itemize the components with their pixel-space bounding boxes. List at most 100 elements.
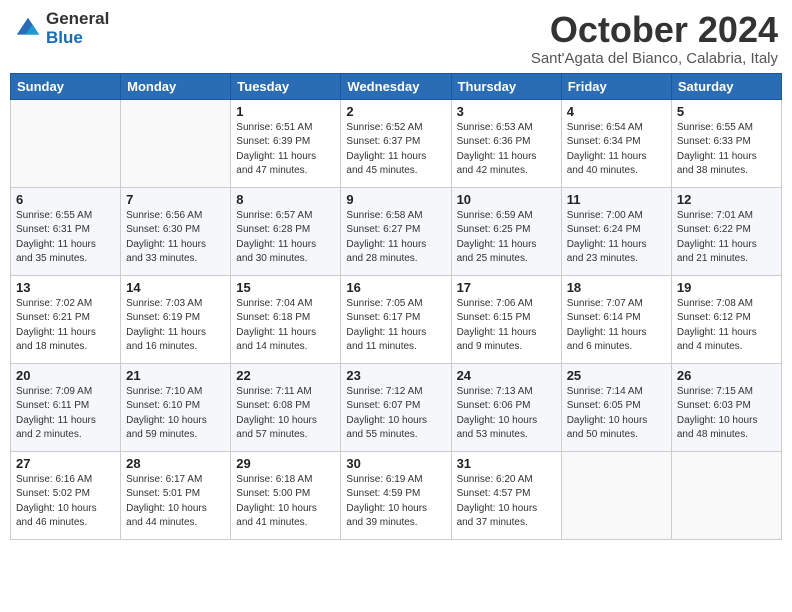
day-number: 1 [236, 104, 335, 119]
day-cell: 19Sunrise: 7:08 AM Sunset: 6:12 PM Dayli… [671, 275, 781, 363]
day-info: Sunrise: 7:15 AM Sunset: 6:03 PM Dayligh… [677, 385, 776, 443]
day-cell: 4 Sunrise: 6:54 AM Sunset: 6:34 PM Daylig… [561, 99, 671, 187]
header-row: SundayMondayTuesdayWednesdayThursdayFrid… [11, 73, 782, 99]
logo-general: General [46, 10, 109, 29]
day-number: 12 [677, 192, 776, 207]
day-info: Sunrise: 6:16 AM Sunset: 5:02 PM Dayligh… [16, 473, 115, 531]
day-info: Sunrise: 6:55 AM Sunset: 6:31 PM Dayligh… [16, 209, 115, 267]
day-cell: 20 Sunrise: 7:09 AM Sunset: 6:11 PM Dayli… [11, 363, 121, 451]
month-title: October 2024 [531, 10, 778, 50]
day-number: 30 [346, 456, 445, 471]
day-info: Sunrise: 6:18 AM Sunset: 5:00 PM Dayligh… [236, 473, 335, 531]
day-info: Sunrise: 6:55 AM Sunset: 6:33 PM Dayligh… [677, 121, 776, 179]
day-info: Sunrise: 6:54 AM Sunset: 6:34 PM Dayligh… [567, 121, 666, 179]
header-cell-wednesday: Wednesday [341, 73, 451, 99]
week-row-1: 1 Sunrise: 6:51 AM Sunset: 6:39 PM Daylig… [11, 99, 782, 187]
week-row-2: 6Sunrise: 6:55 AM Sunset: 6:31 PM Daylig… [11, 187, 782, 275]
day-info: Sunrise: 7:01 AM Sunset: 6:22 PM Dayligh… [677, 209, 776, 267]
day-cell: 11 Sunrise: 7:00 AM Sunset: 6:24 PM Dayli… [561, 187, 671, 275]
day-cell: 7 Sunrise: 6:56 AM Sunset: 6:30 PM Daylig… [121, 187, 231, 275]
header-cell-thursday: Thursday [451, 73, 561, 99]
header-cell-saturday: Saturday [671, 73, 781, 99]
day-number: 13 [16, 280, 115, 295]
day-cell: 5 Sunrise: 6:55 AM Sunset: 6:33 PM Daylig… [671, 99, 781, 187]
day-number: 19 [677, 280, 776, 295]
day-cell: 26 Sunrise: 7:15 AM Sunset: 6:03 PM Dayli… [671, 363, 781, 451]
day-info: Sunrise: 7:02 AM Sunset: 6:21 PM Dayligh… [16, 297, 115, 355]
day-info: Sunrise: 6:51 AM Sunset: 6:39 PM Dayligh… [236, 121, 335, 179]
day-cell: 8Sunrise: 6:57 AM Sunset: 6:28 PM Daylig… [231, 187, 341, 275]
day-info: Sunrise: 7:09 AM Sunset: 6:11 PM Dayligh… [16, 385, 115, 443]
logo-icon [14, 15, 42, 43]
day-number: 28 [126, 456, 225, 471]
calendar-header: SundayMondayTuesdayWednesdayThursdayFrid… [11, 73, 782, 99]
logo-text: General Blue [46, 10, 109, 47]
day-info: Sunrise: 6:17 AM Sunset: 5:01 PM Dayligh… [126, 473, 225, 531]
calendar-body: 1 Sunrise: 6:51 AM Sunset: 6:39 PM Daylig… [11, 99, 782, 539]
day-cell: 23 Sunrise: 7:12 AM Sunset: 6:07 PM Dayli… [341, 363, 451, 451]
day-info: Sunrise: 7:05 AM Sunset: 6:17 PM Dayligh… [346, 297, 445, 355]
day-number: 22 [236, 368, 335, 383]
day-number: 23 [346, 368, 445, 383]
day-info: Sunrise: 6:56 AM Sunset: 6:30 PM Dayligh… [126, 209, 225, 267]
day-info: Sunrise: 6:59 AM Sunset: 6:25 PM Dayligh… [457, 209, 556, 267]
day-cell: 9Sunrise: 6:58 AM Sunset: 6:27 PM Daylig… [341, 187, 451, 275]
day-cell: 25 Sunrise: 7:14 AM Sunset: 6:05 PM Dayli… [561, 363, 671, 451]
day-info: Sunrise: 7:04 AM Sunset: 6:18 PM Dayligh… [236, 297, 335, 355]
day-number: 24 [457, 368, 556, 383]
day-number: 20 [16, 368, 115, 383]
day-info: Sunrise: 7:11 AM Sunset: 6:08 PM Dayligh… [236, 385, 335, 443]
day-cell: 1 Sunrise: 6:51 AM Sunset: 6:39 PM Daylig… [231, 99, 341, 187]
day-info: Sunrise: 7:10 AM Sunset: 6:10 PM Dayligh… [126, 385, 225, 443]
day-number: 9 [346, 192, 445, 207]
header-cell-friday: Friday [561, 73, 671, 99]
day-number: 25 [567, 368, 666, 383]
day-info: Sunrise: 7:00 AM Sunset: 6:24 PM Dayligh… [567, 209, 666, 267]
day-cell: 2 Sunrise: 6:52 AM Sunset: 6:37 PM Daylig… [341, 99, 451, 187]
day-number: 14 [126, 280, 225, 295]
day-cell [561, 451, 671, 539]
day-info: Sunrise: 7:03 AM Sunset: 6:19 PM Dayligh… [126, 297, 225, 355]
calendar-table: SundayMondayTuesdayWednesdayThursdayFrid… [10, 73, 782, 540]
day-number: 4 [567, 104, 666, 119]
week-row-4: 20 Sunrise: 7:09 AM Sunset: 6:11 PM Dayli… [11, 363, 782, 451]
day-number: 2 [346, 104, 445, 119]
day-cell: 13 Sunrise: 7:02 AM Sunset: 6:21 PM Dayli… [11, 275, 121, 363]
header-cell-tuesday: Tuesday [231, 73, 341, 99]
day-cell: 16Sunrise: 7:05 AM Sunset: 6:17 PM Dayli… [341, 275, 451, 363]
day-cell [11, 99, 121, 187]
header-cell-monday: Monday [121, 73, 231, 99]
day-cell: 14 Sunrise: 7:03 AM Sunset: 6:19 PM Dayli… [121, 275, 231, 363]
day-number: 11 [567, 192, 666, 207]
day-info: Sunrise: 7:06 AM Sunset: 6:15 PM Dayligh… [457, 297, 556, 355]
day-info: Sunrise: 6:20 AM Sunset: 4:57 PM Dayligh… [457, 473, 556, 531]
week-row-3: 13 Sunrise: 7:02 AM Sunset: 6:21 PM Dayli… [11, 275, 782, 363]
day-info: Sunrise: 7:07 AM Sunset: 6:14 PM Dayligh… [567, 297, 666, 355]
day-number: 10 [457, 192, 556, 207]
day-cell: 12 Sunrise: 7:01 AM Sunset: 6:22 PM Dayli… [671, 187, 781, 275]
day-info: Sunrise: 6:52 AM Sunset: 6:37 PM Dayligh… [346, 121, 445, 179]
page-header: General Blue October 2024 Sant'Agata del… [10, 10, 782, 67]
day-cell: 3Sunrise: 6:53 AM Sunset: 6:36 PM Daylig… [451, 99, 561, 187]
day-cell [671, 451, 781, 539]
day-cell: 21 Sunrise: 7:10 AM Sunset: 6:10 PM Dayli… [121, 363, 231, 451]
day-cell: 17 Sunrise: 7:06 AM Sunset: 6:15 PM Dayli… [451, 275, 561, 363]
day-number: 21 [126, 368, 225, 383]
day-number: 8 [236, 192, 335, 207]
day-number: 18 [567, 280, 666, 295]
day-number: 26 [677, 368, 776, 383]
week-row-5: 27Sunrise: 6:16 AM Sunset: 5:02 PM Dayli… [11, 451, 782, 539]
day-number: 17 [457, 280, 556, 295]
header-cell-sunday: Sunday [11, 73, 121, 99]
day-info: Sunrise: 7:14 AM Sunset: 6:05 PM Dayligh… [567, 385, 666, 443]
day-number: 5 [677, 104, 776, 119]
day-cell: 6Sunrise: 6:55 AM Sunset: 6:31 PM Daylig… [11, 187, 121, 275]
day-number: 15 [236, 280, 335, 295]
day-cell: 18 Sunrise: 7:07 AM Sunset: 6:14 PM Dayli… [561, 275, 671, 363]
day-cell: 15 Sunrise: 7:04 AM Sunset: 6:18 PM Dayli… [231, 275, 341, 363]
day-info: Sunrise: 7:13 AM Sunset: 6:06 PM Dayligh… [457, 385, 556, 443]
day-cell: 30Sunrise: 6:19 AM Sunset: 4:59 PM Dayli… [341, 451, 451, 539]
location-subtitle: Sant'Agata del Bianco, Calabria, Italy [531, 50, 778, 67]
day-number: 7 [126, 192, 225, 207]
day-info: Sunrise: 7:12 AM Sunset: 6:07 PM Dayligh… [346, 385, 445, 443]
